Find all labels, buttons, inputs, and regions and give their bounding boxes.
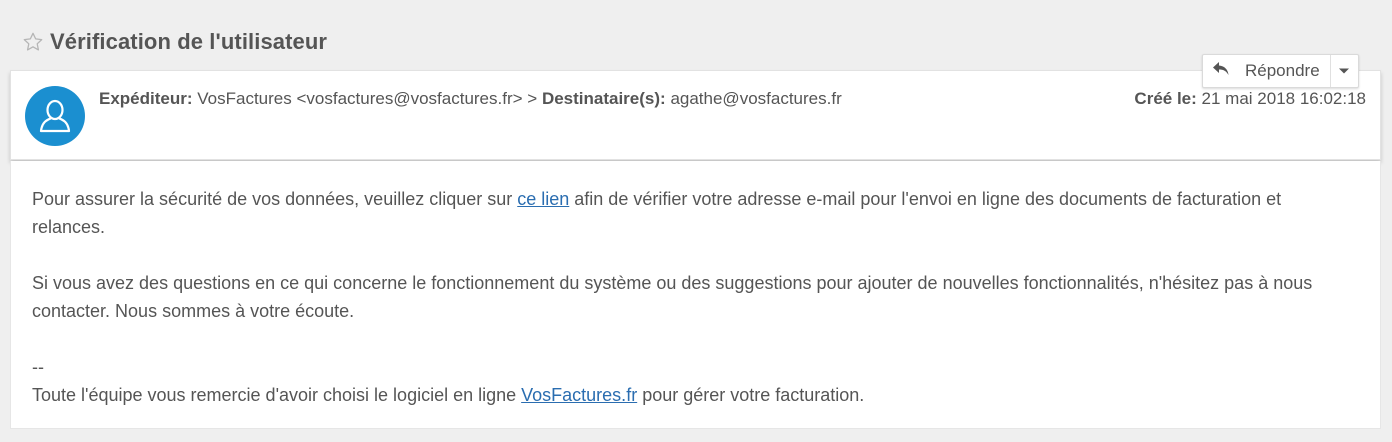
created-value: 21 mai 2018 16:02:18 <box>1201 89 1366 108</box>
caret-down-icon <box>1338 62 1350 80</box>
email-view: Vérification de l'utilisateur Expéditeur… <box>0 0 1392 442</box>
signature-separator: -- <box>32 357 44 377</box>
body-paragraph-1: Pour assurer la sécurité de vos données,… <box>32 189 1282 237</box>
signature-line: Toute l'équipe vous remercie d'avoir cho… <box>32 385 865 405</box>
star-icon[interactable] <box>22 31 44 53</box>
reply-button-group: Répondre <box>1202 54 1359 88</box>
created-label: Créé le: <box>1134 89 1197 108</box>
body-paragraph-2: Si vous avez des questions en ce qui con… <box>32 273 1313 321</box>
reply-label: Répondre <box>1245 61 1320 80</box>
sender-recipient-line: Expéditeur: VosFactures <vosfactures@vos… <box>99 89 842 109</box>
reply-options-dropdown[interactable] <box>1331 55 1358 87</box>
email-subject: Vérification de l'utilisateur <box>50 29 328 54</box>
user-avatar-icon <box>25 86 85 146</box>
email-body: Pour assurer la sécurité de vos données,… <box>10 161 1381 429</box>
recipient-label: Destinataire(s): <box>541 89 666 108</box>
created-date: Créé le: 21 mai 2018 16:02:18 <box>1134 89 1366 109</box>
vosfactures-link[interactable]: VosFactures.fr <box>521 385 637 405</box>
recipient-value: agathe@vosfactures.fr <box>670 89 842 108</box>
email-header: Expéditeur: VosFactures <vosfactures@vos… <box>10 70 1381 160</box>
reply-icon <box>1211 60 1231 83</box>
subject-row: Vérification de l'utilisateur <box>22 26 327 58</box>
sender-label: Expéditeur: <box>99 89 193 108</box>
sender-value: VosFactures <vosfactures@vosfactures.fr>… <box>197 89 538 108</box>
reply-button[interactable]: Répondre <box>1203 55 1331 87</box>
verification-link[interactable]: ce lien <box>517 189 569 209</box>
